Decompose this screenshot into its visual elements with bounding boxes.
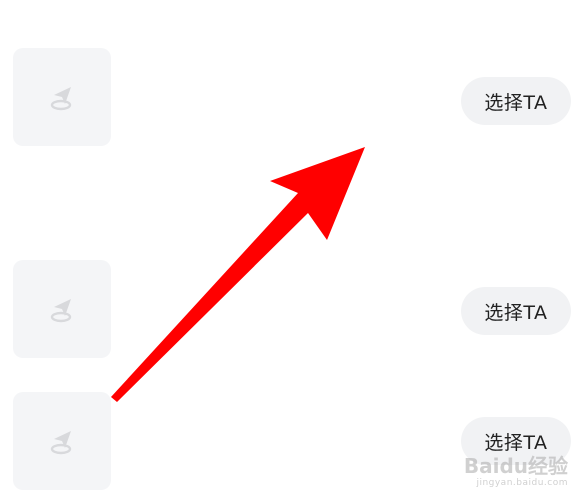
- location-thumbnail: [13, 392, 111, 490]
- location-thumbnail: [13, 260, 111, 358]
- location-pin-icon: [50, 299, 72, 323]
- watermark-url: jingyan.baidu.com: [476, 478, 568, 488]
- select-ta-button-1[interactable]: 选择TA: [461, 77, 571, 125]
- baidu-watermark: Baidu经验 jingyan.baidu.com: [464, 456, 568, 488]
- watermark-brand: Baidu经验: [463, 454, 568, 478]
- location-pin-icon: [50, 87, 72, 111]
- location-list-screen: 选择TA 选择TA 选择TA Baidu经验 jingyan.baidu.com: [0, 0, 588, 502]
- location-pin-icon: [50, 431, 72, 455]
- select-ta-button-2[interactable]: 选择TA: [461, 287, 571, 335]
- location-thumbnail: [13, 48, 111, 146]
